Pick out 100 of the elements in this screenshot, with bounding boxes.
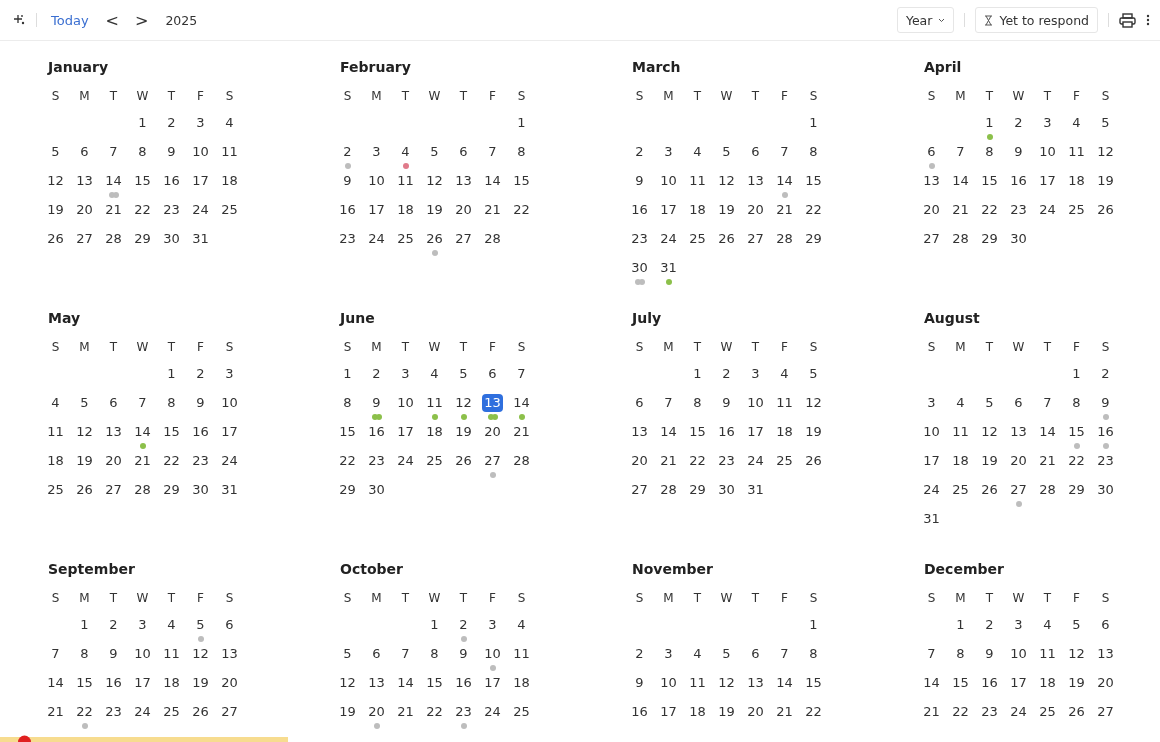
date-cell[interactable]: 29 [161,481,182,499]
date-cell[interactable]: 5 [980,394,999,412]
date-cell[interactable]: 18 [424,423,445,441]
date-cell[interactable]: 16 [1095,423,1116,441]
date-cell[interactable]: 10 [745,394,766,412]
date-cell[interactable]: 10 [482,645,503,663]
date-cell[interactable]: 6 [220,616,239,634]
date-cell[interactable]: 12 [424,172,445,190]
date-cell[interactable]: 23 [1095,452,1116,470]
date-cell[interactable]: 28 [103,230,124,248]
date-cell[interactable]: 10 [366,172,387,190]
date-cell[interactable]: 3 [367,143,386,161]
date-cell[interactable]: 2 [980,616,999,634]
date-cell[interactable]: 24 [132,703,153,721]
date-cell[interactable]: 7 [46,645,65,663]
date-cell[interactable]: 12 [803,394,824,412]
date-cell[interactable]: 17 [132,674,153,692]
month-title[interactable]: June [333,308,625,328]
date-cell[interactable]: 17 [921,452,942,470]
date-cell[interactable]: 7 [922,645,941,663]
date-cell[interactable]: 24 [482,703,503,721]
date-cell[interactable]: 7 [396,645,415,663]
date-cell[interactable]: 6 [367,645,386,663]
date-cell[interactable]: 23 [103,703,124,721]
alert-badge-icon[interactable] [18,735,31,742]
date-cell[interactable]: 3 [1038,114,1057,132]
date-cell[interactable]: 20 [745,201,766,219]
month-title[interactable]: May [41,308,333,328]
date-cell[interactable]: 19 [453,423,474,441]
date-cell[interactable]: 15 [979,172,1000,190]
previous-button[interactable]: < [102,10,122,30]
date-cell[interactable]: 11 [1037,645,1058,663]
date-cell[interactable]: 11 [687,172,708,190]
date-cell[interactable]: 1 [1067,365,1086,383]
date-cell[interactable]: 11 [395,172,416,190]
date-cell[interactable]: 18 [687,703,708,721]
date-cell[interactable]: 24 [395,452,416,470]
date-cell[interactable]: 19 [337,703,358,721]
date-cell[interactable]: 5 [1096,114,1115,132]
date-cell[interactable]: 27 [921,230,942,248]
date-cell[interactable]: 30 [1008,230,1029,248]
date-cell[interactable]: 14 [395,674,416,692]
date-cell[interactable]: 19 [1066,674,1087,692]
date-cell[interactable]: 1 [804,114,823,132]
date-cell[interactable]: 18 [950,452,971,470]
date-cell[interactable]: 5 [717,143,736,161]
date-cell[interactable]: 8 [338,394,357,412]
date-cell[interactable]: 24 [658,230,679,248]
date-cell[interactable]: 23 [453,703,474,721]
date-cell[interactable]: 20 [745,703,766,721]
month-title[interactable]: August [917,308,1160,328]
date-cell[interactable]: 14 [1037,423,1058,441]
date-cell[interactable]: 8 [804,143,823,161]
date-cell[interactable]: 21 [950,201,971,219]
date-cell[interactable]: 13 [745,674,766,692]
date-cell[interactable]: 6 [75,143,94,161]
date-cell[interactable]: 3 [133,616,152,634]
date-cell[interactable]: 3 [191,114,210,132]
date-cell[interactable]: 13 [1008,423,1029,441]
date-cell[interactable]: 1 [804,616,823,634]
date-cell[interactable]: 2 [367,365,386,383]
date-cell[interactable]: 29 [132,230,153,248]
date-cell[interactable]: 22 [979,201,1000,219]
date-cell[interactable]: 1 [425,616,444,634]
date-cell[interactable]: 8 [75,645,94,663]
date-cell[interactable]: 6 [1009,394,1028,412]
date-cell[interactable]: 5 [46,143,65,161]
date-cell[interactable]: 4 [162,616,181,634]
date-cell[interactable]: 7 [775,143,794,161]
date-cell[interactable]: 28 [1037,481,1058,499]
date-cell[interactable]: 2 [162,114,181,132]
month-title[interactable]: March [625,57,917,77]
date-cell[interactable]: 6 [746,645,765,663]
date-cell[interactable]: 3 [922,394,941,412]
date-cell[interactable]: 21 [482,201,503,219]
date-cell[interactable]: 28 [774,230,795,248]
date-cell[interactable]: 4 [1067,114,1086,132]
view-dropdown[interactable]: Year [896,7,955,33]
date-cell[interactable]: 29 [803,230,824,248]
month-title[interactable]: April [917,57,1160,77]
month-title[interactable]: July [625,308,917,328]
date-cell[interactable]: 18 [219,172,240,190]
date-cell[interactable]: 24 [219,452,240,470]
date-cell[interactable]: 22 [950,703,971,721]
date-cell[interactable]: 12 [716,172,737,190]
date-cell[interactable]: 16 [629,201,650,219]
date-cell[interactable]: 12 [45,172,66,190]
date-cell[interactable]: 4 [1038,616,1057,634]
date-cell[interactable]: 10 [1008,645,1029,663]
date-cell[interactable]: 1 [980,114,999,132]
date-cell[interactable]: 9 [338,172,357,190]
date-cell[interactable]: 26 [979,481,1000,499]
date-cell[interactable]: 25 [950,481,971,499]
date-cell[interactable]: 3 [659,143,678,161]
date-cell[interactable]: 2 [1096,365,1115,383]
date-cell[interactable]: 6 [922,143,941,161]
date-cell[interactable]: 1 [162,365,181,383]
date-cell[interactable]: 10 [1037,143,1058,161]
date-cell[interactable]: 9 [1009,143,1028,161]
date-cell[interactable]: 24 [745,452,766,470]
